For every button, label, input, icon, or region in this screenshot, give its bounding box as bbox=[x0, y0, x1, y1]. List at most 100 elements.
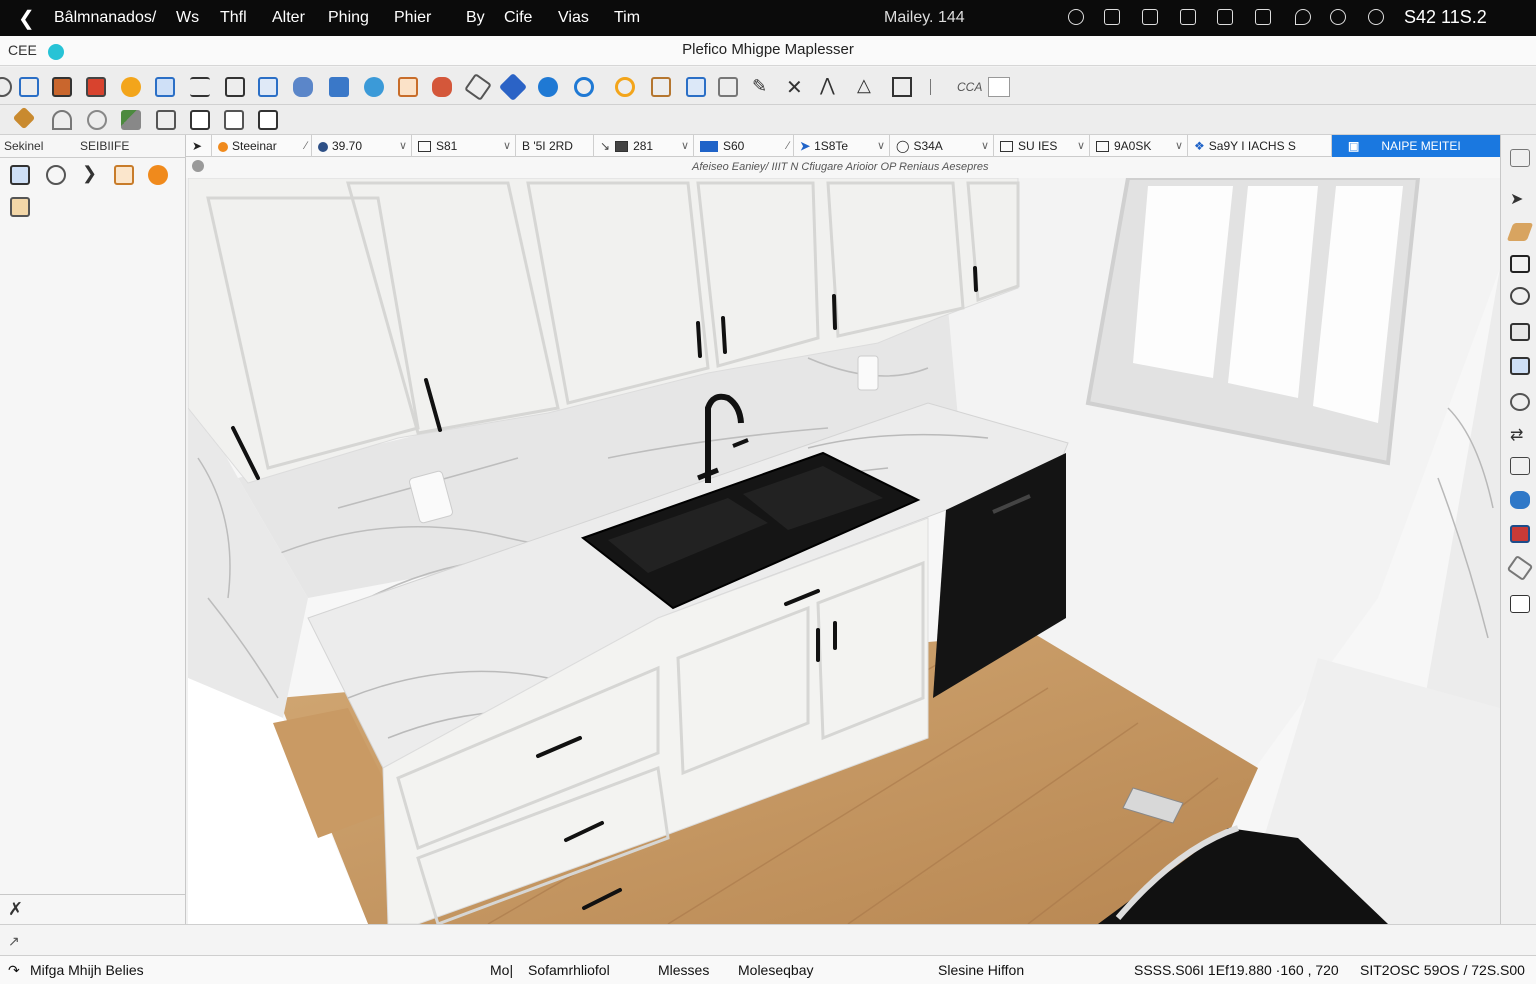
layer-icon[interactable] bbox=[155, 77, 175, 97]
cross-icon[interactable]: ✕ bbox=[786, 75, 806, 99]
screen-icon[interactable] bbox=[1142, 9, 1158, 25]
search-icon[interactable] bbox=[1330, 9, 1346, 25]
option-depth-field[interactable]: B '5I 2RD bbox=[516, 135, 594, 157]
layers-panel-icon[interactable] bbox=[1510, 357, 1530, 375]
status-snap[interactable]: Sofamrhliofol bbox=[528, 962, 610, 978]
angle-icon[interactable]: ⋀ bbox=[820, 75, 840, 95]
brush-icon[interactable] bbox=[12, 106, 36, 130]
sync-icon[interactable] bbox=[1510, 491, 1530, 509]
option-style-dropdown[interactable]: Steeinar ∕ bbox=[212, 135, 312, 157]
align-icon[interactable] bbox=[190, 77, 210, 97]
menu-item-phing[interactable]: Phing bbox=[328, 9, 369, 27]
menu-item-alter[interactable]: Alter bbox=[272, 9, 305, 27]
option-finish-dropdown[interactable]: ➤ 1S8Te ∨ bbox=[794, 135, 890, 157]
dimensions-tool-icon[interactable] bbox=[258, 110, 278, 130]
section-plane-icon[interactable] bbox=[190, 110, 210, 130]
left-panel-tab-2[interactable]: SEIBIIFE bbox=[80, 139, 129, 153]
select-tool-icon[interactable]: ➤ bbox=[1510, 189, 1530, 208]
option-material-field[interactable]: S60 ∕ bbox=[694, 135, 794, 157]
app-name-menu[interactable]: Bâlmnanados/ bbox=[54, 9, 156, 27]
text-tool-icon[interactable] bbox=[224, 110, 244, 130]
new-file-icon[interactable] bbox=[19, 77, 39, 97]
option-layer-dropdown[interactable]: SU IES ∨ bbox=[994, 135, 1090, 157]
outliner-icon[interactable] bbox=[1510, 457, 1530, 475]
chevron-right-icon[interactable]: ❯ bbox=[82, 163, 102, 183]
window-icon[interactable] bbox=[1180, 9, 1196, 25]
list-icon[interactable] bbox=[718, 77, 738, 97]
image-icon[interactable] bbox=[114, 165, 134, 185]
components-icon[interactable] bbox=[293, 77, 313, 97]
menu-item-phier[interactable]: Phier bbox=[394, 9, 431, 27]
orbit-tool-icon[interactable] bbox=[1510, 287, 1530, 305]
styles-icon[interactable] bbox=[46, 165, 66, 185]
document-icon[interactable] bbox=[225, 77, 245, 97]
control-center-icon[interactable] bbox=[1368, 9, 1384, 25]
select-arrow-icon[interactable]: ➤ bbox=[186, 135, 212, 157]
option-size-dropdown[interactable]: 39.70 ∨ bbox=[312, 135, 412, 157]
tape-measure-icon[interactable] bbox=[615, 77, 635, 97]
pen-tool-icon[interactable]: ✎ bbox=[752, 76, 772, 96]
back-arrow-icon[interactable]: ❮ bbox=[18, 6, 35, 31]
status-circle-icon[interactable] bbox=[1068, 9, 1084, 25]
eraser-icon[interactable] bbox=[464, 73, 492, 101]
render-icon[interactable] bbox=[121, 77, 141, 97]
color-picker-icon[interactable] bbox=[1510, 525, 1530, 543]
option-radius-dropdown[interactable]: ◯ S34A ∨ bbox=[890, 135, 994, 157]
cast-icon[interactable] bbox=[1255, 9, 1271, 25]
hint-bar: Afeiseo Eaniey/ IIIT N Cfiugare Arioior … bbox=[186, 157, 1500, 178]
photo-texture-icon[interactable] bbox=[10, 197, 30, 217]
open-folder-icon[interactable] bbox=[52, 77, 72, 97]
3d-viewport[interactable] bbox=[188, 178, 1500, 924]
grid-icon[interactable] bbox=[686, 77, 706, 97]
panel-icon[interactable] bbox=[1510, 149, 1530, 167]
gear-icon[interactable] bbox=[148, 165, 168, 185]
arc-icon[interactable] bbox=[52, 110, 72, 130]
follow-me-icon[interactable] bbox=[87, 110, 107, 130]
display-icon[interactable] bbox=[1217, 9, 1233, 25]
move-icon[interactable]: ⇄ bbox=[1510, 425, 1530, 444]
close-tray-icon[interactable]: ✗ bbox=[8, 899, 23, 920]
option-tag-dropdown[interactable]: 9A0SK ∨ bbox=[1090, 135, 1188, 157]
materials-icon[interactable] bbox=[364, 77, 384, 97]
pencil-icon[interactable] bbox=[498, 72, 528, 102]
view-toggle-icon[interactable] bbox=[988, 77, 1010, 97]
table-icon[interactable] bbox=[258, 77, 278, 97]
option-height-dropdown[interactable]: ↘ 281 ∨ bbox=[594, 135, 694, 157]
circle-icon: ◯ bbox=[896, 139, 910, 153]
menu-item-vias[interactable]: Vias bbox=[558, 9, 589, 27]
right-toolbar: ➤ ⇄ bbox=[1500, 135, 1536, 924]
clipboard-icon[interactable] bbox=[1104, 9, 1120, 25]
rectangle-icon[interactable] bbox=[892, 77, 912, 97]
circle-tool-icon[interactable] bbox=[1510, 393, 1530, 411]
scene-manager-icon[interactable] bbox=[1510, 323, 1530, 341]
option-width-dropdown[interactable]: S81 ∨ bbox=[412, 135, 516, 157]
option-snap-field[interactable]: ❖ Sa9Y I IACHS S bbox=[1188, 135, 1332, 157]
frame-icon[interactable] bbox=[1510, 255, 1530, 273]
menu-item-tim[interactable]: Tim bbox=[614, 9, 640, 27]
apply-material-button[interactable]: ▣ NAIPE MEITEI bbox=[1332, 135, 1500, 157]
save-icon[interactable] bbox=[86, 77, 106, 97]
offset-icon[interactable] bbox=[156, 110, 176, 130]
menu-item-cife[interactable]: Cife bbox=[504, 9, 532, 27]
scene-icon[interactable] bbox=[10, 165, 30, 185]
eraser-tool-icon[interactable] bbox=[1506, 554, 1534, 582]
orbit-icon[interactable] bbox=[0, 77, 12, 97]
menu-item-thfl[interactable]: Thfl bbox=[220, 9, 247, 27]
wood-material-icon[interactable] bbox=[1506, 223, 1534, 241]
push-pull-icon[interactable] bbox=[121, 110, 141, 130]
triangle-icon[interactable]: △ bbox=[857, 75, 877, 95]
menu-item-by[interactable]: By bbox=[466, 9, 485, 27]
extension-icon[interactable] bbox=[432, 77, 452, 97]
box-icon[interactable] bbox=[398, 77, 418, 97]
rotate-icon[interactable] bbox=[538, 77, 558, 97]
dimension-icon[interactable] bbox=[651, 77, 671, 97]
menu-item-ws[interactable]: Ws bbox=[176, 9, 199, 27]
entity-info-icon[interactable] bbox=[1510, 595, 1530, 613]
paint-bucket-icon[interactable] bbox=[329, 77, 349, 97]
option-label: 39.70 bbox=[332, 139, 363, 153]
wifi-icon[interactable] bbox=[1295, 9, 1311, 25]
command-line[interactable]: ↗ bbox=[0, 924, 1536, 956]
refresh-icon[interactable] bbox=[574, 77, 594, 97]
left-panel-tab-1[interactable]: Sekinel bbox=[4, 139, 43, 153]
status-mode[interactable]: Mo| bbox=[490, 962, 513, 978]
